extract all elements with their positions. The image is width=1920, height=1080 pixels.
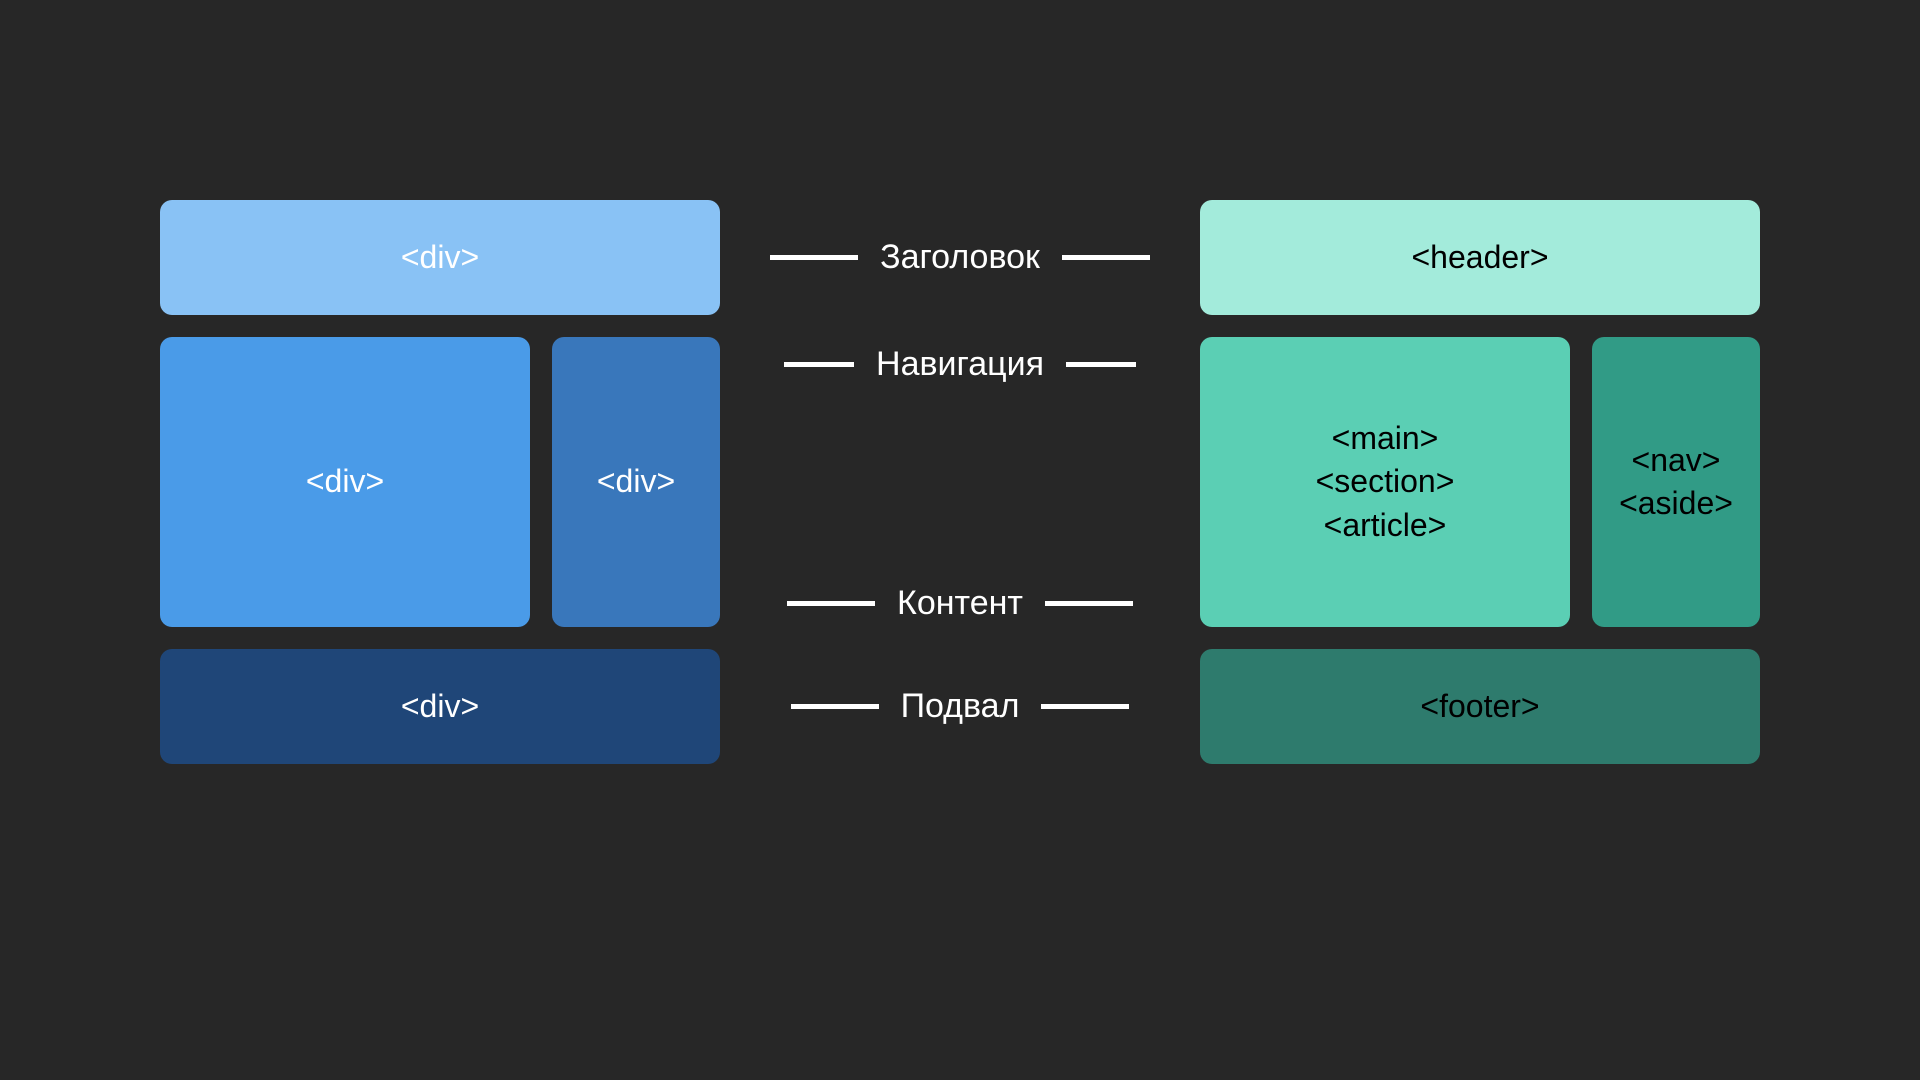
- label-row-navigation: Навигация: [720, 337, 1200, 391]
- label-row-content: Контент: [720, 573, 1200, 627]
- left-header-label: <div>: [401, 236, 479, 279]
- right-column-semantic-layout: <header> <main> <section> <article> <nav…: [1200, 200, 1760, 764]
- label-navigation: Навигация: [854, 345, 1066, 384]
- right-footer-box: <footer>: [1200, 649, 1760, 764]
- label-header: Заголовок: [858, 238, 1062, 277]
- connector-line: [791, 704, 879, 709]
- connector-line: [770, 255, 858, 260]
- right-footer-label: <footer>: [1420, 685, 1539, 728]
- connector-line: [1062, 255, 1150, 260]
- label-content: Контент: [875, 584, 1045, 623]
- left-header-box: <div>: [160, 200, 720, 315]
- right-nav-label: <nav> <aside>: [1619, 439, 1733, 525]
- left-footer-label: <div>: [401, 685, 479, 728]
- middle-labels-column: Заголовок Навигация Контент: [720, 200, 1200, 764]
- connector-line: [1066, 362, 1136, 367]
- left-content-box: <div>: [160, 337, 530, 627]
- left-nav-label: <div>: [597, 460, 675, 503]
- connector-line: [1045, 601, 1133, 606]
- left-nav-box: <div>: [552, 337, 720, 627]
- left-middle-row: <div> <div>: [160, 337, 720, 627]
- right-middle-row: <main> <section> <article> <nav> <aside>: [1200, 337, 1760, 627]
- left-column-div-layout: <div> <div> <div> <div>: [160, 200, 720, 764]
- connector-line: [787, 601, 875, 606]
- label-row-header: Заголовок: [720, 200, 1200, 315]
- right-header-box: <header>: [1200, 200, 1760, 315]
- label-row-footer: Подвал: [720, 649, 1200, 764]
- connector-line: [784, 362, 854, 367]
- left-content-label: <div>: [306, 460, 384, 503]
- right-nav-box: <nav> <aside>: [1592, 337, 1760, 627]
- right-content-label: <main> <section> <article>: [1316, 417, 1455, 547]
- connector-line: [1041, 704, 1129, 709]
- right-header-label: <header>: [1411, 236, 1548, 279]
- semantic-html-diagram: <div> <div> <div> <div> Заголовок: [160, 200, 1760, 764]
- right-content-box: <main> <section> <article>: [1200, 337, 1570, 627]
- left-footer-box: <div>: [160, 649, 720, 764]
- label-footer: Подвал: [879, 687, 1042, 726]
